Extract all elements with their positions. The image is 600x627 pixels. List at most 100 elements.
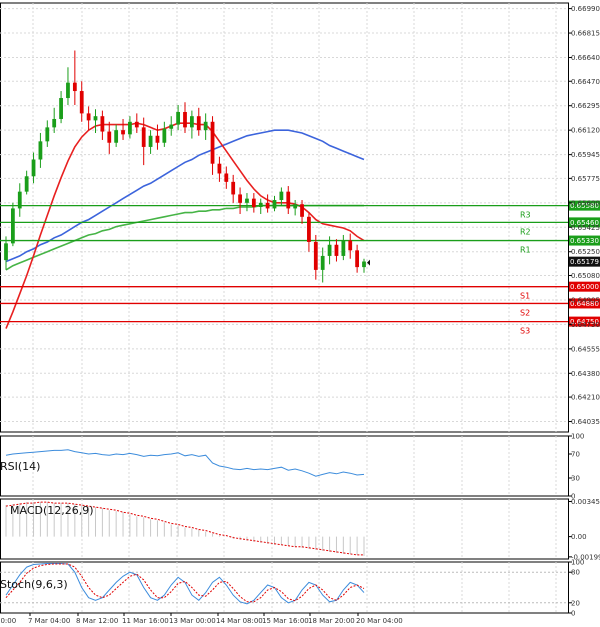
candle-body: [169, 124, 174, 129]
forex-chart: 0.65580R30.65460R20.65330R10.65000S10.64…: [0, 2, 600, 625]
candle-body: [79, 91, 84, 114]
price-grid: [0, 2, 569, 433]
price-y-tick-label: 0.64555: [571, 345, 600, 353]
candle-body: [17, 191, 22, 209]
x-tick-label: 18 Mar 20:00: [308, 617, 355, 625]
macd-title: MACD(12,26,9): [10, 504, 94, 517]
candle-body: [121, 130, 125, 135]
rsi-title: RSI(14): [0, 460, 40, 473]
candle-body: [327, 244, 332, 256]
candle-body: [141, 127, 146, 147]
candle-body: [107, 131, 112, 143]
candle-body: [231, 181, 236, 195]
candle-body: [183, 111, 187, 128]
price-y-tick-label: 0.66640: [571, 54, 600, 62]
macd-y-tick-label: 0.003453: [571, 498, 600, 506]
candle-body: [100, 116, 105, 132]
candle-body: [272, 200, 277, 209]
candle-body: [265, 202, 270, 209]
candle-body: [66, 82, 70, 99]
time-axis: 20:007 Mar 04:008 Mar 12:0011 Mar 16:001…: [0, 613, 403, 625]
stoch-y-tick-label: 20: [571, 599, 580, 607]
current-price-label: 0.65179: [570, 258, 599, 266]
price-y-tick-label: 0.65775: [571, 175, 600, 183]
level-name-r2: R2: [520, 227, 531, 236]
candle-body: [313, 241, 318, 270]
level-price-label-r1: 0.65330: [570, 237, 599, 245]
stoch-y-tick-label: 0: [571, 610, 575, 618]
candle-body: [128, 121, 132, 135]
candle-body: [134, 121, 139, 128]
candle-body: [114, 130, 119, 143]
candle-body: [86, 113, 91, 121]
x-tick-label: 15 Mar 16:00: [262, 617, 309, 625]
candle-body: [148, 135, 153, 147]
candle-body: [362, 261, 366, 268]
x-tick-label: 20:00: [0, 617, 16, 625]
rsi-pane: 10070300RSI(14): [0, 433, 584, 501]
level-name-s2: S2: [520, 308, 530, 317]
candle-body: [162, 128, 167, 143]
price-y-axis: 0.66990 0.66815 0.66640 0.66470 0.66295 0.661…: [367, 5, 600, 426]
price-y-tick-label: 0.64210: [571, 394, 600, 402]
candle-body: [224, 173, 229, 182]
x-tick-label: 7 Mar 04:00: [28, 617, 70, 625]
rsi-y-tick-label: 30: [571, 475, 580, 483]
level-price-label-s1: 0.65000: [570, 283, 599, 291]
stoch-y-tick-label: 80: [571, 569, 580, 577]
candle-body: [176, 111, 181, 125]
candle-body: [52, 118, 57, 128]
x-tick-label: 8 Mar 12:00: [76, 617, 118, 625]
rsi-pane-frame: [0, 435, 569, 497]
candle-body: [341, 240, 346, 256]
candle-body: [155, 135, 160, 143]
candle-body: [196, 116, 201, 131]
candle-body: [279, 191, 284, 201]
stoch-pane: 100 80 20 0 Stoch(9,6,3): [0, 559, 584, 618]
price-y-tick-label: 0.64380: [571, 370, 600, 378]
x-tick-label: 13 Mar 00:00: [169, 617, 216, 625]
stoch-title: Stoch(9,6,3): [0, 578, 68, 591]
level-name-r1: R1: [520, 246, 531, 255]
level-name-s1: S1: [520, 292, 530, 301]
price-pane-frame: [0, 2, 569, 433]
price-y-tick-label: 0.65425: [571, 224, 600, 232]
price-y-tick-label: 0.66120: [571, 127, 600, 135]
candle-body: [334, 244, 339, 256]
price-y-tick-label: 0.65945: [571, 151, 600, 159]
candle-body: [45, 127, 50, 142]
x-tick-label: 14 Mar 08:00: [216, 617, 263, 625]
x-tick-label: 20 Mar 04:00: [356, 617, 403, 625]
price-y-tick-label: 0.65600: [571, 199, 600, 207]
candle-body: [355, 250, 360, 268]
candle-body: [300, 204, 304, 217]
candle-body: [293, 204, 298, 209]
candle-body: [93, 116, 98, 121]
candle-body: [286, 191, 291, 209]
price-y-tick-label: 0.64730: [571, 321, 600, 329]
candle-body: [251, 198, 256, 208]
candle-body: [245, 198, 249, 203]
candle-body: [4, 243, 8, 261]
price-pivot-levels: 0.65580R30.65460R20.65330R10.65000S10.64…: [0, 200, 600, 336]
rsi-y-tick-label: 70: [571, 451, 580, 459]
stoch-y-tick-label: 100: [571, 559, 584, 567]
price-y-tick-label: 0.65080: [571, 272, 600, 280]
candle-body: [307, 216, 311, 242]
macd-y-tick-label: 0.00: [571, 533, 587, 541]
price-y-tick-label: 0.66990: [571, 5, 600, 13]
rsi-line: [5, 449, 365, 477]
candle-body: [72, 82, 77, 92]
candle-body: [59, 98, 63, 119]
stoch-pane-frame: [0, 561, 569, 614]
level-name-r3: R3: [520, 211, 531, 220]
rsi-y-tick-label: 100: [571, 433, 584, 441]
candle-body: [31, 159, 36, 177]
x-tick-label: 11 Mar 16:00: [122, 617, 169, 625]
price-y-tick-label: 0.64035: [571, 418, 600, 426]
candle-body: [217, 163, 222, 174]
price-y-tick-label: 0.66295: [571, 102, 600, 110]
candle-body: [348, 240, 353, 251]
candle-body: [38, 141, 43, 160]
candle-body: [203, 121, 208, 131]
